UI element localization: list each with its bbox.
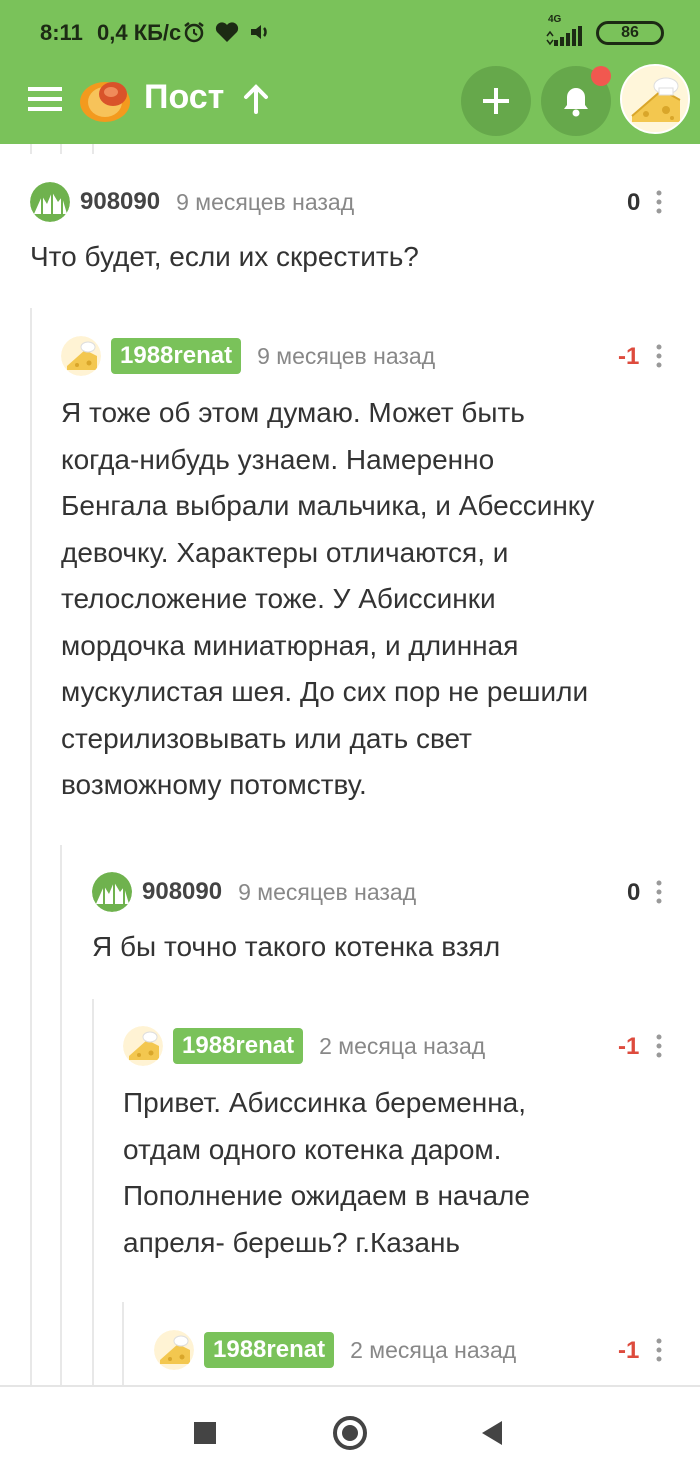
signal-icon: 4G <box>546 14 586 46</box>
scroll-up-arrow-icon[interactable] <box>242 84 270 114</box>
comment-time[interactable]: 2 месяца назад <box>350 1337 516 1364</box>
comment-text-line: стерилизовывать или дать свет <box>61 722 472 754</box>
comment-time[interactable]: 9 месяцев назад <box>238 879 416 906</box>
comment-author-badge[interactable]: 1988renat <box>173 1028 304 1064</box>
thread-line <box>122 1302 124 1385</box>
thread-line <box>60 144 62 154</box>
comment-rating: -1 <box>618 1033 640 1060</box>
comment-text-line: Привет. Абиссинка беременна, <box>123 1087 527 1118</box>
status-right-icons: 4G 86 <box>546 14 664 46</box>
network-type-label: 4G <box>548 14 562 25</box>
cheese-chef-icon <box>622 66 688 132</box>
thread-line <box>92 999 94 1385</box>
comment-author-badge[interactable]: 1988renat <box>111 338 242 374</box>
status-network-speed: 0,4 КБ/с <box>97 20 182 45</box>
user-avatar[interactable] <box>620 64 690 134</box>
battery-indicator: 86 <box>596 21 664 45</box>
status-bar: 8:11 0,4 КБ/с 4G 86 <box>0 0 700 66</box>
comment-text-line: Пополнение ожидаем в начале <box>123 1180 530 1211</box>
heart-icon <box>215 22 239 42</box>
status-time: 8:11 <box>40 20 83 45</box>
comment-text-line: мускулистая шея. До сих пор не решили <box>61 676 589 707</box>
comment-header: 1988renat 2 месяца назад -1 <box>123 1026 670 1066</box>
hamburger-menu-icon[interactable] <box>28 86 62 112</box>
thread-line <box>30 308 32 1385</box>
green-mountains-icon[interactable] <box>30 182 70 222</box>
comment-time[interactable]: 9 месяцев назад <box>176 189 354 216</box>
comment-time[interactable]: 2 месяца назад <box>319 1033 485 1060</box>
comment-header: 908090 9 месяцев назад 0 <box>30 182 670 222</box>
back-triangle-icon[interactable] <box>480 1420 504 1446</box>
comment-text-line: Бенгала выбрали мальчика, и Абессинку <box>61 490 595 521</box>
comment-text-line: мордочка миниатюрная, и длинная <box>61 629 519 661</box>
recent-apps-button[interactable] <box>194 1422 216 1444</box>
comment: 1988renat 2 месяца назад -1 Привет. Абис… <box>123 1026 670 1266</box>
comment-time[interactable]: 9 месяцев назад <box>257 343 435 370</box>
volume-icon <box>251 25 267 39</box>
green-mountains-icon[interactable] <box>92 872 132 912</box>
cheese-chef-icon[interactable] <box>123 1026 163 1066</box>
comment: 1988renat 9 месяцев назад -1 Я тоже об э… <box>61 336 670 809</box>
alarm-icon <box>184 22 204 43</box>
comment-text-line: апреля- берешь? г.Казань <box>123 1226 460 1258</box>
comment-text: Я тоже об этом думаю. Может быть когда-н… <box>61 390 670 809</box>
more-options-icon[interactable] <box>656 880 662 904</box>
home-button-dot <box>342 1425 358 1441</box>
add-post-button[interactable] <box>461 66 531 136</box>
comment-text-line: когда-нибудь узнаем. Намеренно <box>61 443 495 475</box>
comment-text-line: возможному потомству. <box>61 769 367 800</box>
comment-header: 908090 9 месяцев назад 0 <box>92 872 670 912</box>
comment-text: Привет. Абиссинка беременна, отдам одног… <box>123 1080 670 1266</box>
comment-author-badge[interactable]: 1988renat <box>204 1332 335 1368</box>
notification-badge <box>591 66 611 86</box>
more-options-icon[interactable] <box>656 344 662 368</box>
comment-rating: 0 <box>627 879 641 906</box>
comment-header: 1988renat 9 месяцев назад -1 <box>61 336 670 376</box>
comment-rating: -1 <box>618 343 640 370</box>
comment-text: Что будет, если их скрестить? <box>30 241 419 272</box>
system-navigation-bar <box>0 1385 700 1478</box>
more-options-icon[interactable] <box>656 1034 662 1058</box>
page-title: Пост <box>144 78 225 116</box>
battery-level: 86 <box>621 24 639 41</box>
thread-line <box>92 144 94 154</box>
comment-text-line: Я тоже об этом думаю. Может быть <box>61 397 525 428</box>
home-button[interactable] <box>333 1416 367 1450</box>
comment-author[interactable]: 908090 <box>142 878 222 906</box>
more-options-icon[interactable] <box>656 190 662 214</box>
cheese-chef-icon[interactable] <box>61 336 101 376</box>
comment-text-line: отдам одного котенка даром. <box>123 1133 502 1165</box>
comment: 1988renat 2 месяца назад -1 <box>154 1330 670 1370</box>
cheese-chef-icon[interactable] <box>154 1330 194 1370</box>
plus-icon <box>483 88 509 114</box>
comment-text-line: телосложение тоже. У Абиссинки <box>61 583 496 614</box>
comment: 908090 9 месяцев назад 0 Я бы точно тако… <box>92 872 670 971</box>
thread-line <box>60 845 62 1385</box>
bell-icon <box>564 88 588 117</box>
comment-rating: -1 <box>618 1337 640 1364</box>
comment-rating: 0 <box>627 189 641 216</box>
comment-author[interactable]: 908090 <box>80 188 160 216</box>
more-options-icon[interactable] <box>656 1338 662 1362</box>
status-icons <box>182 20 272 44</box>
app-bar: Пост <box>0 64 700 144</box>
pikabu-logo-icon[interactable] <box>78 72 132 124</box>
comment-header: 1988renat 2 месяца назад -1 <box>154 1330 670 1370</box>
comment: 908090 9 месяцев назад 0 Что будет, если… <box>30 182 670 281</box>
thread-line <box>30 144 32 154</box>
comment-text-line: девочку. Характеры отличаются, и <box>61 536 509 568</box>
comment-text: Я бы точно такого котенка взял <box>92 931 501 962</box>
